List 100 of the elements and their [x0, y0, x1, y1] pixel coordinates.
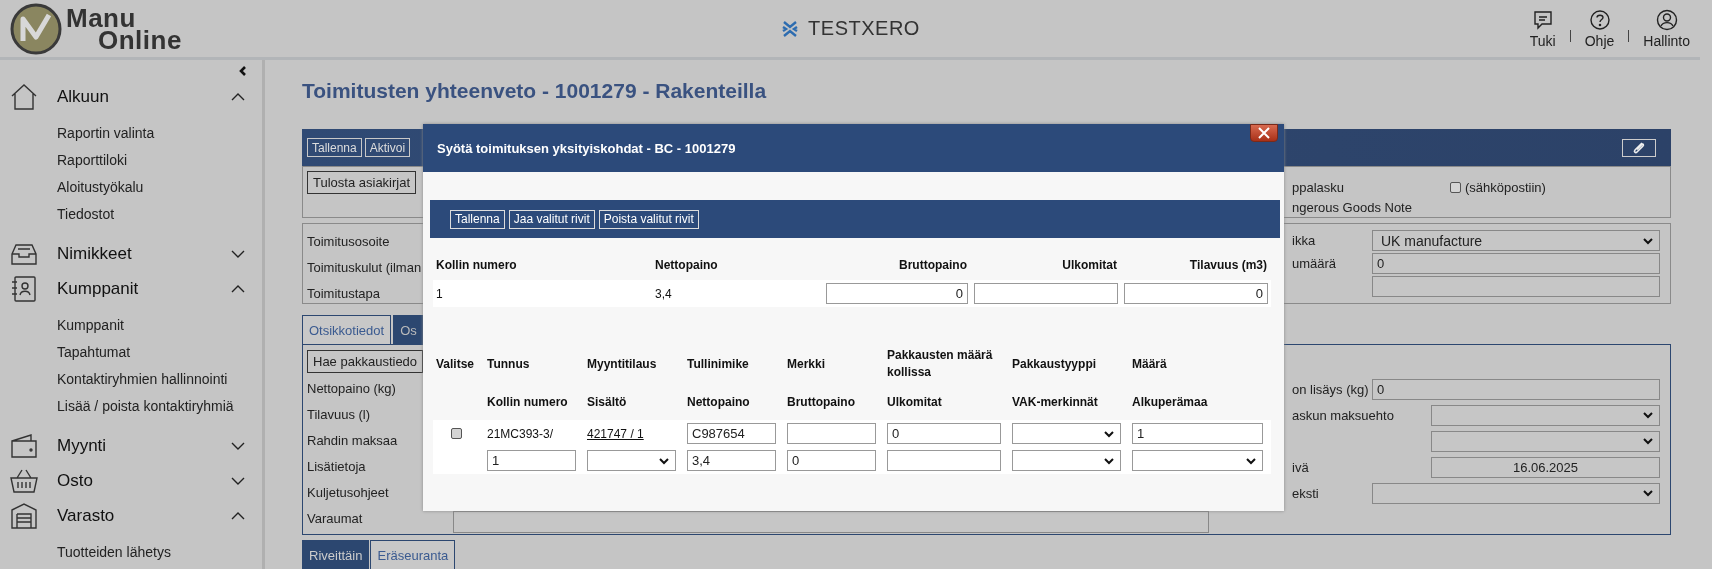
sidebar-link[interactable]: Kontaktiryhmien hallinnointi — [57, 366, 228, 393]
date-field[interactable]: 16.06.2025 — [1431, 456, 1660, 478]
tab[interactable]: Riveittäin — [302, 540, 370, 569]
toolbar-button[interactable]: Jaa valitut rivit — [508, 209, 595, 229]
dropdown[interactable] — [587, 450, 676, 471]
chat-icon — [1531, 8, 1554, 31]
dropdown[interactable]: UK manufacture — [1372, 230, 1660, 251]
dropdown[interactable] — [1372, 482, 1660, 504]
field-label: eksti — [1292, 485, 1320, 501]
dropdown[interactable] — [1431, 430, 1660, 452]
table-cell: 1 — [433, 280, 652, 307]
input-field[interactable]: 0 — [1372, 378, 1660, 400]
input-field[interactable]: 0 — [787, 450, 876, 471]
field-label: umäärä — [1292, 256, 1338, 271]
header-action-button[interactable]: Ohje — [1584, 8, 1615, 49]
dropdown[interactable] — [1431, 404, 1660, 426]
sidebar-section[interactable]: Kumppanit — [0, 271, 262, 306]
dropdown[interactable] — [1132, 450, 1263, 471]
header-action-button[interactable]: Tuki — [1529, 8, 1556, 49]
input-field[interactable]: 0 — [887, 423, 1001, 444]
dropdown[interactable] — [1012, 423, 1121, 444]
input-field[interactable]: C987654 — [687, 423, 776, 444]
logo-text: Manu — [66, 6, 136, 29]
column-header: Myyntitilaus — [586, 355, 658, 373]
logo-text: Online — [98, 28, 182, 51]
input-field[interactable] — [887, 450, 1001, 471]
paperclip-icon — [1631, 139, 1647, 156]
option-label: ppalasku — [1292, 179, 1346, 195]
dropdown[interactable] — [1012, 450, 1121, 471]
column-header: Sisältö — [586, 393, 628, 411]
chevron-down-icon — [1642, 487, 1654, 499]
input-field[interactable]: 0 — [1372, 253, 1660, 274]
tab[interactable]: Os — [393, 315, 424, 344]
order-link[interactable]: 421747 / 1 — [587, 426, 644, 441]
sidebar-link[interactable]: Tapahtumat — [57, 339, 131, 366]
sidebar-link[interactable]: Tiedostot — [57, 201, 115, 228]
column-header: Pakkausten määrä kollissa — [886, 347, 994, 381]
column-header: Kollin numero — [435, 257, 518, 274]
input-field[interactable]: 3,4 — [687, 450, 776, 471]
column-header: Valitse — [435, 355, 476, 373]
field-label: ikka — [1292, 233, 1317, 248]
close-icon — [1257, 127, 1271, 139]
sidebar-link[interactable]: Lisää / poista kontaktiryhmiä — [57, 393, 234, 420]
input-field[interactable] — [453, 511, 1209, 533]
page-title: Toimitusten yhteenveto - 1001279 - Rakenteilla — [302, 78, 768, 104]
header-action-button[interactable]: Hallinto — [1643, 8, 1690, 49]
sidebar-link[interactable]: Raporttiloki — [57, 147, 128, 174]
toolbar-button[interactable]: Tallenna — [307, 138, 362, 157]
column-header: Ulkomitat — [1061, 257, 1118, 274]
warehouse-icon — [9, 500, 39, 531]
close-button[interactable] — [1250, 124, 1278, 142]
toolbar-button[interactable]: Poista valitut rivit — [598, 209, 699, 229]
input-field[interactable] — [787, 423, 876, 444]
field-label: Kuljetusohjeet — [307, 484, 390, 502]
tab[interactable]: Otsikkotiedot — [302, 315, 392, 344]
print-button[interactable]: Tulosta asiakirjat — [307, 171, 417, 194]
input-field[interactable]: 0 — [826, 283, 968, 304]
field-label: Rahdin maksaa — [307, 432, 399, 450]
column-header: Bruttopaino — [786, 393, 856, 411]
input-field[interactable]: 0 — [1124, 283, 1268, 304]
column-header: Bruttopaino — [898, 257, 968, 274]
column-header: Tunnus — [486, 355, 531, 373]
field-label: Lisätietoja — [307, 458, 367, 476]
user-icon — [1655, 8, 1678, 31]
logo-icon — [10, 2, 62, 55]
column-header: Alkuperämaa — [1131, 393, 1209, 411]
sidebar-section[interactable]: Varasto — [0, 498, 262, 533]
input-field[interactable] — [1372, 276, 1660, 297]
sidebar-link[interactable]: Raportin valinta — [57, 120, 155, 147]
checkbox[interactable] — [451, 428, 462, 439]
contact-book-icon — [9, 273, 39, 304]
input-field[interactable]: 1 — [1132, 423, 1263, 444]
chevron-down-icon — [1642, 435, 1654, 447]
input-field[interactable]: 1 — [487, 450, 576, 471]
sidebar-link[interactable]: Tuotteiden lähetys — [57, 539, 171, 566]
column-header: Nettopaino — [686, 393, 751, 411]
sidebar-link[interactable]: Aloitustyökalu — [57, 174, 144, 201]
toolbar-button[interactable]: Aktivoi — [364, 138, 411, 157]
field-label: Toimituskulut (ilman — [307, 259, 423, 277]
table-cell: 21MC393-3/ — [484, 420, 584, 447]
sidebar-section[interactable]: Myynti — [0, 428, 262, 463]
field-label: Toimitusosoite — [307, 233, 391, 251]
sidebar-section[interactable]: Nimikkeet — [0, 236, 262, 271]
column-header: Merkki — [786, 355, 827, 373]
field-label: Tilavuus (l) — [307, 406, 372, 424]
column-header: Tilavuus (m3) — [1188, 257, 1268, 274]
toolbar-button[interactable]: Tallenna — [450, 209, 505, 229]
attach-button[interactable] — [1622, 138, 1656, 157]
column-header: Nettopaino — [654, 257, 719, 274]
tab[interactable]: Eräseuranta — [370, 540, 456, 569]
sidebar-link[interactable]: Kumppanit — [57, 312, 124, 339]
sidebar-section[interactable]: Alkuun — [0, 79, 262, 114]
column-header: Tullinimike — [686, 355, 750, 373]
help-icon — [1588, 8, 1611, 31]
column-header: VAK-merkinnät — [1011, 393, 1099, 411]
sidebar-section[interactable]: Osto — [0, 463, 262, 498]
field-label: ivä — [1292, 459, 1310, 475]
checkbox[interactable] — [1450, 181, 1461, 193]
fetch-button[interactable]: Hae pakkaustiedo — [307, 350, 424, 373]
option-label: ngerous Goods Note — [1292, 199, 1413, 215]
